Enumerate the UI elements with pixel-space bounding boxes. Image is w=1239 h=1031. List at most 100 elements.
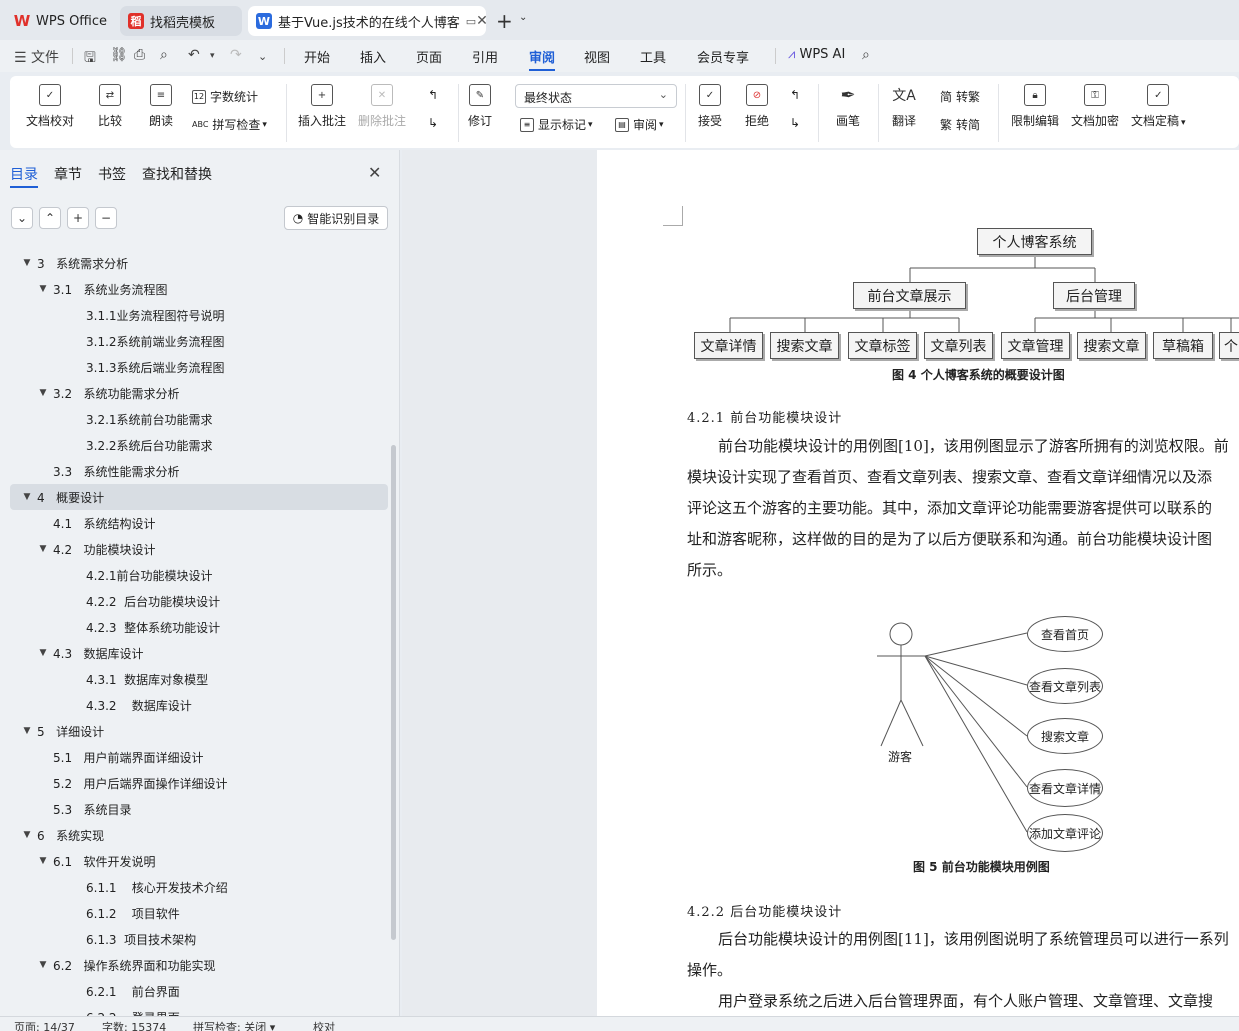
toc-item[interactable]: 3.2.1系统前台功能需求 [10,406,388,432]
expand-arrow-icon[interactable]: ▼ [36,648,50,658]
tab-toc[interactable]: 目录 [10,164,38,188]
menu-references[interactable]: 引用 [472,47,498,66]
toc-item[interactable]: 4.2.1前台功能模块设计 [10,562,388,588]
to-simplified-button[interactable]: 繁转简 [940,116,980,133]
toc-item[interactable]: 6.1.3 项目技术架构 [10,926,388,952]
close-icon[interactable]: ✕ [368,163,381,182]
toc-item[interactable]: 3.1.1业务流程图符号说明 [10,302,388,328]
toc-item[interactable]: 3.2.2系统后台功能需求 [10,432,388,458]
doc-check-button[interactable]: ✓ 文档校对 [26,84,74,129]
more-chevron-icon[interactable]: ⌄ [258,50,267,63]
prev-change-icon[interactable]: ↰ [790,88,800,102]
spell-check-button[interactable]: ABC 拼写检查 ▾ [192,116,267,133]
revise-button[interactable]: ✎ 修订 [468,84,492,129]
toc-item[interactable]: 6.2.1 前台界面 [10,978,388,1004]
accept-button[interactable]: ✓ 接受 [698,84,722,129]
wps-ai-button[interactable]: ⩘ WPS AI [788,47,845,62]
toc-item[interactable]: 5.2 用户后端界面操作详细设计 [10,770,388,796]
expand-up-button[interactable]: ⌃ [39,207,61,229]
delete-comment-button[interactable]: ✕ 删除批注 [358,84,406,129]
toc-item[interactable]: 4.2.2 后台功能模块设计 [10,588,388,614]
next-change-icon[interactable]: ↳ [790,116,800,130]
toc-item[interactable]: ▼ 4.2 功能模块设计 [10,536,388,562]
print-preview-icon[interactable]: ⌕ [160,47,168,63]
undo-icon[interactable]: ↶ [188,47,200,63]
new-tab-button[interactable]: + [496,9,513,33]
reject-button[interactable]: ⊘ 拒绝 [745,84,769,129]
add-heading-button[interactable]: + [67,207,89,229]
expand-arrow-icon[interactable]: ▼ [36,388,50,398]
page-indicator[interactable]: 页面: 14/37 [14,1019,75,1031]
menu-view[interactable]: 视图 [584,47,610,66]
word-count-button[interactable]: 12 字数统计 [192,88,258,105]
encrypt-button[interactable]: ⚿ 文档加密 [1071,84,1119,129]
menu-review[interactable]: 审阅 [529,47,556,71]
search-icon[interactable]: ⌕ [862,47,870,63]
expand-arrow-icon[interactable]: ▼ [36,960,50,970]
review-pane-button[interactable]: ▤ 审阅 ▾ [615,116,664,133]
translate-button[interactable]: 文A 翻译 [892,84,916,129]
restrict-edit-button[interactable]: 🔒︎ 限制编辑 [1011,84,1059,129]
spell-check-status[interactable]: 拼写检查: 关闭 ▾ [193,1019,275,1031]
menu-insert[interactable]: 插入 [360,47,386,66]
proofread-status[interactable]: 校对 [313,1019,335,1031]
menu-home[interactable]: 开始 [304,47,330,66]
tab-docer-template[interactable]: 稻 找稻壳模板 [120,6,242,36]
toc-item[interactable]: 3.3 系统性能需求分析 [10,458,388,484]
expand-arrow-icon[interactable]: ▼ [36,544,50,554]
toc-item[interactable]: ▼ 3.2 系统功能需求分析 [10,380,388,406]
toc-item[interactable]: ▼ 6 系统实现 [10,822,388,848]
undo-dropdown-icon[interactable]: ▾ [210,51,215,61]
monitor-icon[interactable]: ▭ [466,15,476,28]
tab-bookmarks[interactable]: 书签 [98,164,126,184]
toc-item[interactable]: ▼ 4 概要设计 [10,484,388,510]
tab-document[interactable]: W 基于Vue.js技术的在线个人博客 ▭ ✕ [248,6,486,36]
collapse-all-button[interactable]: ⌄ [11,207,33,229]
toc-item[interactable]: 5.3 系统目录 [10,796,388,822]
toc-item[interactable]: ▼ 5 详细设计 [10,718,388,744]
toc-item[interactable]: 6.1.2 项目软件 [10,900,388,926]
markup-state-select[interactable]: 最终状态 ⌄ [515,84,677,108]
word-count-indicator[interactable]: 字数: 15374 [102,1019,166,1031]
tab-wps-office[interactable]: W WPS Office [6,6,114,36]
toc-item[interactable]: 4.2.3 整体系统功能设计 [10,614,388,640]
toc-item[interactable]: 3.1.2系统前端业务流程图 [10,328,388,354]
expand-arrow-icon[interactable]: ▼ [20,726,34,736]
save-icon[interactable]: 🖫 [84,47,96,71]
prev-comment-icon[interactable]: ↰ [428,88,438,102]
redo-icon[interactable]: ↷ [230,47,242,63]
toc-item[interactable]: ▼ 6.1 软件开发说明 [10,848,388,874]
pen-button[interactable]: ✒ 画笔 [836,84,860,129]
smart-toc-button[interactable]: ◔ 智能识别目录 [284,206,388,230]
toc-item[interactable]: 4.3.2 数据库设计 [10,692,388,718]
read-aloud-button[interactable]: ≡ 朗读 [149,84,173,129]
compare-button[interactable]: ⇄ 比较 [98,84,122,129]
menu-membership[interactable]: 会员专享 [697,47,749,66]
expand-arrow-icon[interactable]: ▼ [36,284,50,294]
sidebar-scrollbar[interactable] [391,445,396,940]
show-markup-button[interactable]: ≡ 显示标记 ▾ [520,116,593,133]
toc-item[interactable]: 3.1.3系统后端业务流程图 [10,354,388,380]
share-link-icon[interactable]: ⛓ [110,47,128,63]
menu-page[interactable]: 页面 [416,47,442,66]
toc-item[interactable]: 6.1.1 核心开发技术介绍 [10,874,388,900]
to-traditional-button[interactable]: 简转繁 [940,88,980,105]
toc-item[interactable]: ▼ 3.1 系统业务流程图 [10,276,388,302]
toc-item[interactable]: 5.1 用户前端界面详细设计 [10,744,388,770]
toc-item[interactable]: 4.1 系统结构设计 [10,510,388,536]
expand-arrow-icon[interactable]: ▼ [20,830,34,840]
toc-item[interactable]: 6.2.2 登录界面 [10,1004,388,1017]
toc-item[interactable]: ▼ 6.2 操作系统界面和功能实现 [10,952,388,978]
tab-find-replace[interactable]: 查找和替换 [142,164,212,184]
close-tab-icon[interactable]: ✕ [476,13,486,29]
file-menu[interactable]: ☰ 文件 [14,47,59,67]
tab-sections[interactable]: 章节 [54,164,82,184]
insert-comment-button[interactable]: + 插入批注 [298,84,346,129]
expand-arrow-icon[interactable]: ▼ [20,492,34,502]
expand-arrow-icon[interactable]: ▼ [20,258,34,268]
toc-item[interactable]: ▼ 3 系统需求分析 [10,250,388,276]
chevron-down-icon[interactable]: ⌄ [519,12,527,23]
toc-item[interactable]: 4.3.1 数据库对象模型 [10,666,388,692]
print-icon[interactable]: ⎙ [134,47,145,63]
next-comment-icon[interactable]: ↳ [428,116,438,130]
